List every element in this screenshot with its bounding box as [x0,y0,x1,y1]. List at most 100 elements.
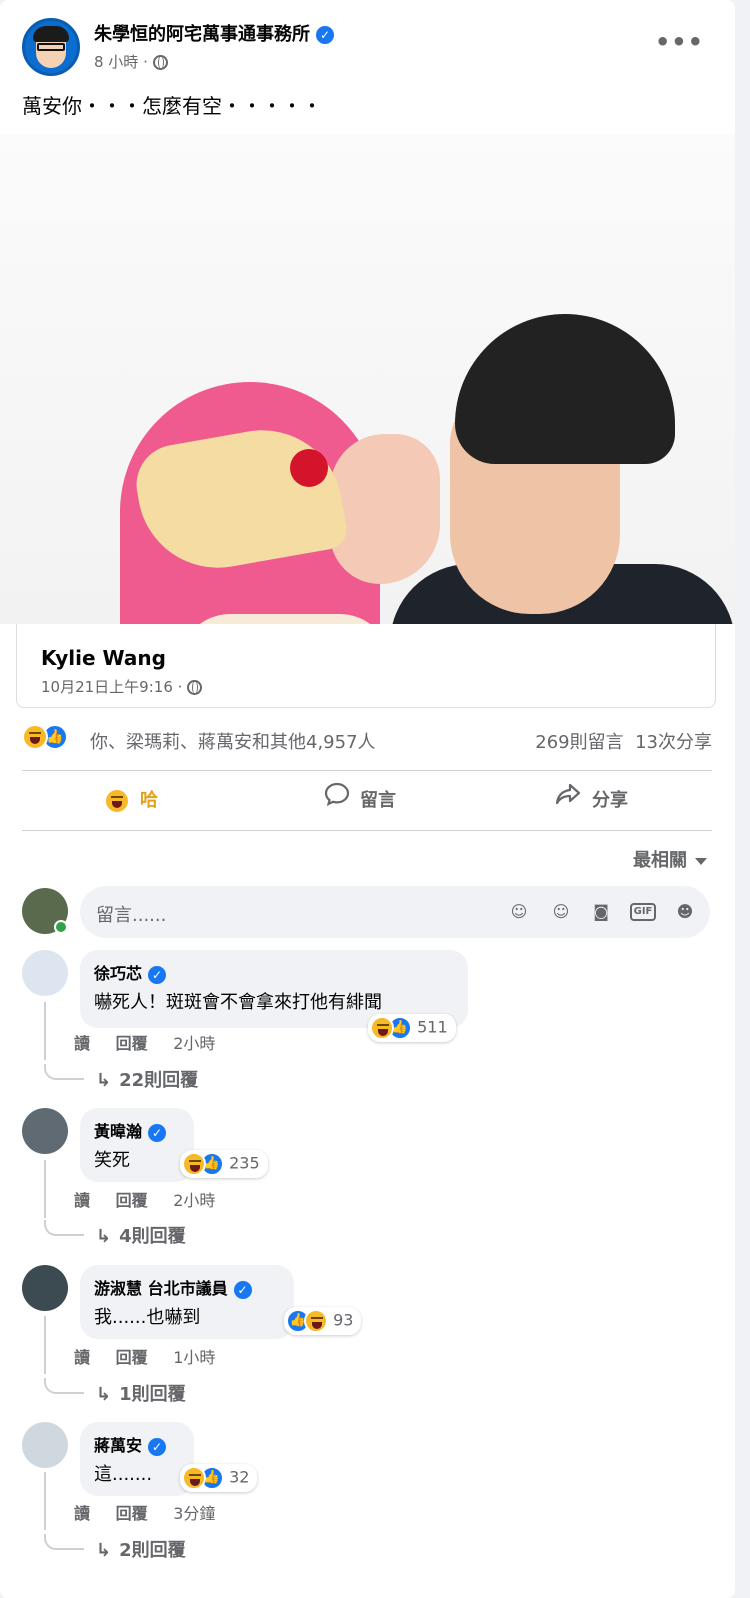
comment-composer[interactable]: 留言...... ☺ ☺ ◙ GIF ☻ [80,886,710,938]
source-name[interactable]: Kylie Wang [41,646,166,670]
view-replies-button[interactable]: ↳ 22則回覆 [96,1066,198,1092]
reply-button[interactable]: 回覆 [116,1504,148,1523]
thread-line [44,1316,46,1374]
replies-count: 4則回覆 [119,1226,186,1247]
comment-bubble: 黃暐瀚 ✓ 笑死 [80,1108,194,1182]
reply-button[interactable]: 回覆 [116,1191,148,1210]
comment-text: 這....... [94,1464,153,1485]
reply-button[interactable]: 回覆 [116,1348,148,1367]
verified-badge-icon: ✓ [148,1437,167,1456]
shared-source[interactable]: Kylie Wang 10月21日上午9:16 · [16,624,716,708]
comment-bubble: 蔣萬安 ✓ 這....... [80,1422,194,1496]
reply-arrow-icon: ↳ [96,1070,112,1091]
commenter-name[interactable]: 游淑慧 台北市議員 ✓ [94,1275,280,1299]
haha-reaction-icon[interactable] [22,724,48,750]
source-time-text[interactable]: 10月21日上午9:16 · [41,678,182,696]
comment-actions: 讀 回覆 1小時 [74,1344,235,1368]
like-comment-button[interactable]: 讀 [74,1504,90,1523]
online-status-icon [54,920,68,934]
verified-badge-icon: ✓ [316,26,334,44]
comment-icon [324,772,350,830]
reaction-count: 235 [229,1153,260,1173]
reply-button[interactable]: 回覆 [116,1034,148,1053]
sort-dropdown[interactable]: 最相關 [633,846,707,872]
page-avatar[interactable] [22,18,80,76]
engagement-counts: 269則留言 13次分享 [535,728,712,754]
comment-label: 留言 [360,790,396,811]
divider [22,770,712,771]
commenter-name-text[interactable]: 黃暐瀚 [94,1122,142,1141]
page-name[interactable]: 朱學恒的阿宅萬事通事務所 [94,24,310,45]
replies-count: 1則回覆 [119,1384,186,1405]
commenter-name-text[interactable]: 蔣萬安 [94,1436,142,1455]
commenter-name[interactable]: 黃暐瀚 ✓ [94,1118,180,1142]
page-title[interactable]: 朱學恒的阿宅萬事通事務所 ✓ [94,20,334,46]
thread-line [44,1472,46,1530]
post-header: 朱學恒的阿宅萬事通事務所 ✓ 8 小時 · ••• [22,18,712,76]
commenter-name[interactable]: 蔣萬安 ✓ [94,1432,180,1456]
thread-line [44,1160,46,1218]
comment-actions: 讀 回覆 3分鐘 [74,1500,235,1524]
haha-reaction-icon [304,1309,328,1333]
haha-label: 哈 [140,790,158,811]
post-time[interactable]: 8 小時 · [94,53,148,71]
emoji-icon[interactable]: ☺ [550,901,572,923]
like-comment-button[interactable]: 讀 [74,1348,90,1367]
haha-button[interactable]: 哈 [104,772,158,830]
comment-text: 嚇死人！斑斑會不會拿來打他有緋聞 [94,992,382,1013]
reply-arrow-icon: ↳ [96,1384,112,1405]
view-replies-button[interactable]: ↳ 1則回覆 [96,1380,186,1406]
replies-count: 2則回覆 [119,1540,186,1561]
shares-count[interactable]: 13次分享 [635,732,712,753]
view-replies-button[interactable]: ↳ 4則回覆 [96,1222,186,1248]
share-button[interactable]: 分享 [554,772,628,830]
photo-shape [455,314,675,464]
like-comment-button[interactable]: 讀 [74,1191,90,1210]
more-options-icon[interactable]: ••• [655,28,704,56]
comment-bubble: 游淑慧 台北市議員 ✓ 我......也嚇到 [80,1265,294,1339]
reply-arrow-icon: ↳ [96,1540,112,1561]
reactors-text[interactable]: 你、梁瑪莉、蔣萬安和其他4,957人 [90,728,376,754]
reaction-count: 93 [333,1310,354,1330]
source-time: 10月21日上午9:16 · [41,676,203,697]
comment-time[interactable]: 1小時 [173,1348,215,1367]
comment-reactions[interactable]: 👍 511 [368,1014,456,1042]
comment-time[interactable]: 2小時 [173,1034,215,1053]
comments-count[interactable]: 269則留言 [535,732,623,753]
view-replies-button[interactable]: ↳ 2則回覆 [96,1536,186,1562]
sticker-icon[interactable]: ☻ [674,901,696,923]
avatar-glasses [37,43,65,51]
share-label: 分享 [592,790,628,811]
gif-icon[interactable]: GIF [630,903,656,921]
thread-elbow [44,1378,84,1394]
post-photo[interactable] [0,134,735,624]
post-card: 朱學恒的阿宅萬事通事務所 ✓ 8 小時 · ••• 萬安你・・・怎麼有空・・・・・… [0,0,735,1598]
thread-line [44,1002,46,1060]
commenter-name[interactable]: 徐巧芯 ✓ [94,960,454,984]
post-actions: 哈 留言 分享 [22,772,712,830]
like-comment-button[interactable]: 讀 [74,1034,90,1053]
commenter-avatar[interactable] [22,1422,68,1468]
commenter-avatar[interactable] [22,950,68,996]
comment-time[interactable]: 2小時 [173,1191,215,1210]
post-text: 萬安你・・・怎麼有空・・・・・ [22,94,322,118]
reaction-count: 511 [417,1017,448,1037]
comment-reactions[interactable]: 👍 93 [284,1307,362,1335]
divider [22,830,712,831]
comment-reactions[interactable]: 👍 32 [180,1464,258,1492]
comment-input[interactable]: 留言...... [96,901,166,927]
reaction-count: 32 [229,1467,250,1487]
caret-down-icon [695,857,707,865]
commenter-name-text[interactable]: 游淑慧 台北市議員 [94,1279,228,1298]
haha-reaction-icon [370,1016,394,1040]
avatar-sticker-icon[interactable]: ☺ [508,901,530,923]
comment-reactions[interactable]: 👍 235 [180,1150,268,1178]
commenter-avatar[interactable] [22,1265,68,1311]
comment-time[interactable]: 3分鐘 [173,1504,215,1523]
haha-icon [104,788,130,814]
commenter-name-text[interactable]: 徐巧芯 [94,964,142,983]
haha-reaction-icon [182,1466,206,1490]
commenter-avatar[interactable] [22,1108,68,1154]
camera-icon[interactable]: ◙ [590,901,612,923]
comment-button[interactable]: 留言 [324,772,396,830]
